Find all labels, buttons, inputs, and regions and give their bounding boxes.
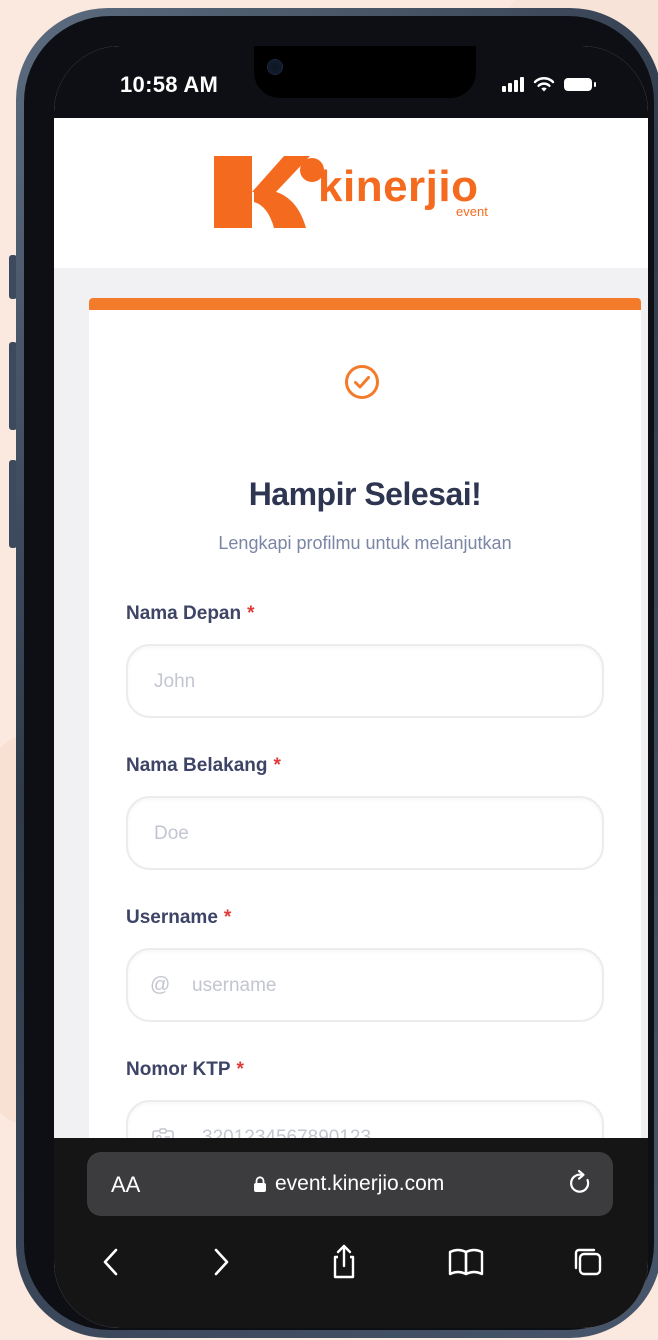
back-icon[interactable]: [92, 1242, 132, 1282]
username-label: Username *: [126, 907, 231, 929]
phone-frame: 10:58 AM kinerjio event Hampir Selesai! …: [16, 8, 658, 1338]
first-name-label: Nama Depan *: [126, 603, 255, 625]
last-name-label-text: Nama Belakang: [126, 755, 268, 776]
site-header: kinerjio event: [54, 118, 648, 268]
username-input[interactable]: [190, 950, 614, 1022]
brand-subtitle: event: [456, 204, 488, 219]
required-mark: *: [247, 603, 255, 624]
required-mark: *: [273, 755, 281, 776]
at-prefix: @: [150, 974, 171, 996]
ktp-label: Nomor KTP *: [126, 1059, 244, 1081]
text-size-button[interactable]: AA: [111, 1172, 140, 1198]
first-name-label-text: Nama Depan: [126, 603, 242, 624]
page-subtitle: Lengkapi profilmu untuk melanjutkan: [218, 533, 512, 553]
share-icon[interactable]: [324, 1242, 364, 1282]
status-time: 10:58 AM: [120, 72, 219, 97]
tabs-icon[interactable]: [568, 1242, 608, 1282]
forward-icon[interactable]: [200, 1242, 240, 1282]
phone-bezel: 10:58 AM kinerjio event Hampir Selesai! …: [24, 16, 654, 1330]
required-mark: *: [236, 1059, 244, 1080]
first-name-input[interactable]: [152, 646, 576, 718]
status-icons: [502, 74, 596, 94]
browser-toolbar: AA event.kinerjio.com: [54, 1138, 648, 1328]
cellular-signal-icon: [502, 76, 524, 92]
url-text[interactable]: event.kinerjio.com: [275, 1172, 444, 1196]
wifi-icon: [533, 77, 555, 92]
required-mark: *: [223, 907, 232, 928]
battery-icon: [564, 77, 596, 91]
username-label-text: Username: [126, 907, 218, 928]
phone-screen: 10:58 AM kinerjio event Hampir Selesai! …: [54, 46, 648, 1328]
front-camera: [268, 60, 282, 74]
last-name-label: Nama Belakang *: [126, 755, 281, 777]
lock-icon: [254, 1176, 266, 1192]
browser-nav-bar: [54, 1242, 648, 1292]
ktp-label-text: Nomor KTP: [126, 1059, 231, 1080]
last-name-input[interactable]: [152, 798, 576, 870]
first-name-field[interactable]: [126, 644, 604, 718]
bookmarks-icon[interactable]: [446, 1242, 486, 1282]
card-accent-bar: [89, 298, 641, 310]
web-page: kinerjio event Hampir Selesai! Lengkapi …: [54, 118, 648, 1174]
last-name-field[interactable]: [126, 796, 604, 870]
notch: [254, 46, 476, 98]
status-bar: 10:58 AM: [54, 46, 648, 118]
profile-card: Hampir Selesai! Lengkapi profilmu untuk …: [89, 298, 641, 1174]
check-circle-icon: [345, 365, 379, 399]
username-field[interactable]: @: [126, 948, 614, 1022]
brand-name: kinerjio: [318, 162, 479, 211]
page-title: Hampir Selesai!: [248, 476, 482, 512]
reload-icon[interactable]: [565, 1168, 595, 1198]
address-bar[interactable]: AA event.kinerjio.com: [87, 1152, 613, 1216]
